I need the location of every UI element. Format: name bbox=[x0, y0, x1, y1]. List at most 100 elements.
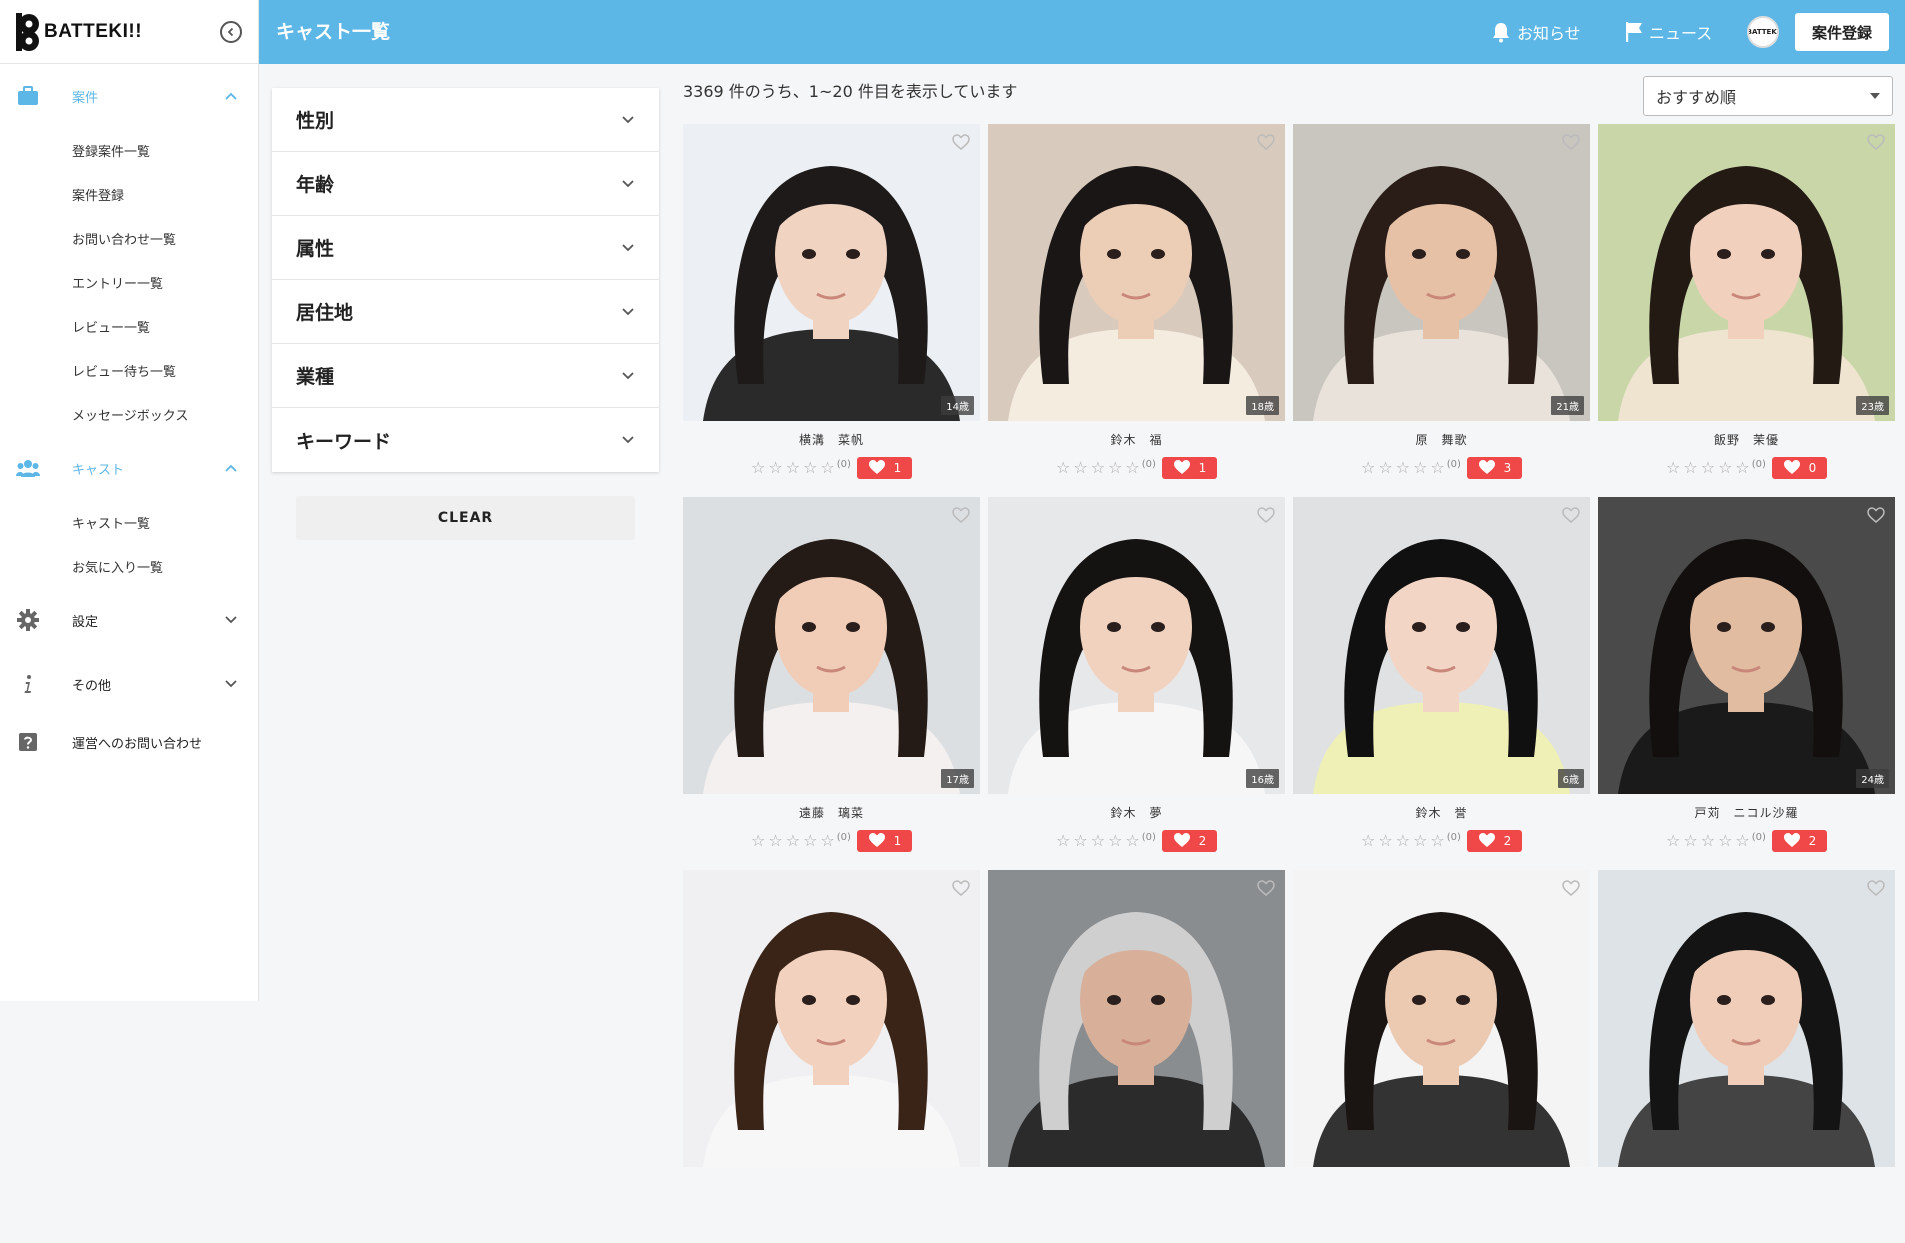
sidebar-group-0[interactable]: 案件 bbox=[0, 64, 258, 128]
sidebar-group-label: 運営へのお問い合わせ bbox=[72, 736, 203, 752]
cast-name[interactable]: 鈴木 夢 bbox=[988, 804, 1285, 820]
cast-photo[interactable]: 23歳 bbox=[1598, 124, 1895, 421]
sidebar-group-2[interactable]: 設定 bbox=[0, 588, 258, 652]
sidebar-item[interactable]: 案件登録 bbox=[0, 172, 258, 216]
logo-row: BATTEKI!! bbox=[0, 0, 258, 64]
news-button[interactable]: ニュース bbox=[1625, 0, 1712, 64]
sidebar-item[interactable]: レビュー待ち一覧 bbox=[0, 348, 258, 392]
cast-card[interactable] bbox=[1598, 870, 1895, 1243]
like-button[interactable]: 1 bbox=[856, 457, 912, 479]
cast-photo[interactable]: 16歳 bbox=[988, 497, 1285, 794]
star-outline-icon: ☆ bbox=[1666, 458, 1681, 477]
filter-label: 性別 bbox=[296, 110, 335, 132]
cast-name[interactable]: 戸苅 ニコル沙羅 bbox=[1598, 804, 1895, 820]
chevron-down-icon bbox=[621, 113, 635, 127]
review-count: (0) bbox=[1446, 459, 1461, 470]
like-button[interactable]: 2 bbox=[1161, 830, 1217, 852]
filter-row[interactable]: 年齢 bbox=[272, 152, 659, 216]
cast-card[interactable] bbox=[683, 870, 980, 1243]
heart-outline-icon[interactable] bbox=[952, 134, 970, 150]
filter-row[interactable]: 居住地 bbox=[272, 280, 659, 344]
cast-card[interactable]: 6歳 鈴木 誉 ☆ ☆ ☆ ☆ ☆ (0) 2 bbox=[1293, 497, 1590, 870]
heart-icon bbox=[1173, 832, 1191, 851]
heart-outline-icon[interactable] bbox=[952, 880, 970, 896]
cast-photo[interactable]: 6歳 bbox=[1293, 497, 1590, 794]
sidebar-item[interactable]: 登録案件一覧 bbox=[0, 128, 258, 172]
like-button[interactable]: 1 bbox=[856, 830, 912, 852]
cast-name[interactable]: 鈴木 誉 bbox=[1293, 804, 1590, 820]
cast-photo[interactable]: 24歳 bbox=[1598, 497, 1895, 794]
page-title: キャスト一覧 bbox=[276, 21, 391, 43]
heart-outline-icon[interactable] bbox=[1562, 507, 1580, 523]
star-outline-icon: ☆ bbox=[1666, 831, 1681, 850]
logo-icon bbox=[16, 12, 40, 51]
heart-outline-icon[interactable] bbox=[1562, 880, 1580, 896]
heart-outline-icon[interactable] bbox=[1257, 134, 1275, 150]
cast-photo[interactable]: 18歳 bbox=[988, 124, 1285, 421]
cast-card[interactable] bbox=[1293, 870, 1590, 1243]
chevron-down-icon bbox=[621, 369, 635, 383]
cast-card[interactable] bbox=[988, 870, 1285, 1243]
cast-card[interactable]: 16歳 鈴木 夢 ☆ ☆ ☆ ☆ ☆ (0) 2 bbox=[988, 497, 1285, 870]
chevron-down-icon bbox=[224, 613, 238, 627]
cast-photo[interactable] bbox=[683, 870, 980, 1167]
heart-outline-icon[interactable] bbox=[952, 507, 970, 523]
like-button[interactable]: 1 bbox=[1161, 457, 1217, 479]
cast-name[interactable]: 鈴木 福 bbox=[988, 431, 1285, 447]
age-badge: 6歳 bbox=[1557, 769, 1584, 788]
heart-outline-icon[interactable] bbox=[1867, 880, 1885, 896]
like-button[interactable]: 3 bbox=[1466, 457, 1522, 479]
cast-photo[interactable]: 17歳 bbox=[683, 497, 980, 794]
collapse-sidebar-button[interactable] bbox=[220, 20, 242, 43]
heart-outline-icon[interactable] bbox=[1867, 134, 1885, 150]
cast-card[interactable]: 14歳 横溝 菜帆 ☆ ☆ ☆ ☆ ☆ (0) 1 bbox=[683, 124, 980, 497]
cast-name[interactable]: 飯野 茉優 bbox=[1598, 431, 1895, 447]
filter-row[interactable]: 属性 bbox=[272, 216, 659, 280]
sidebar-item[interactable]: エントリー一覧 bbox=[0, 260, 258, 304]
avatar-text: BATTEKI bbox=[1747, 28, 1779, 36]
filter-row[interactable]: 性別 bbox=[272, 88, 659, 152]
heart-outline-icon[interactable] bbox=[1257, 507, 1275, 523]
star-outline-icon: ☆ bbox=[1413, 458, 1428, 477]
star-outline-icon: ☆ bbox=[768, 458, 783, 477]
cast-card[interactable]: 24歳 戸苅 ニコル沙羅 ☆ ☆ ☆ ☆ ☆ (0) 2 bbox=[1598, 497, 1895, 870]
cast-card[interactable]: 17歳 遠藤 璃菜 ☆ ☆ ☆ ☆ ☆ (0) 1 bbox=[683, 497, 980, 870]
sidebar-item[interactable]: お気に入り一覧 bbox=[0, 544, 258, 588]
cast-name[interactable]: 原 舞歌 bbox=[1293, 431, 1590, 447]
cast-name[interactable]: 遠藤 璃菜 bbox=[683, 804, 980, 820]
heart-outline-icon[interactable] bbox=[1867, 507, 1885, 523]
cast-card[interactable]: 21歳原 舞歌 ☆ ☆ ☆ ☆ ☆ (0) 3 bbox=[1293, 124, 1590, 497]
results-summary: 3369 件のうち、1~20 件目を表示しています bbox=[683, 82, 1018, 101]
like-button[interactable]: 2 bbox=[1466, 830, 1522, 852]
cast-photo[interactable]: 21歳 bbox=[1293, 124, 1590, 421]
avatar[interactable]: BATTEKI bbox=[1747, 16, 1779, 48]
cast-photo[interactable] bbox=[1293, 870, 1590, 1167]
sidebar-group-4[interactable]: 運営へのお問い合わせ bbox=[0, 716, 258, 768]
filter-panel: 性別年齢 属性居住地業種 キーワード bbox=[272, 88, 659, 472]
cast-name[interactable]: 横溝 菜帆 bbox=[683, 431, 980, 447]
cast-photo[interactable] bbox=[1598, 870, 1895, 1167]
notifications-button[interactable]: お知らせ bbox=[1491, 0, 1581, 64]
filter-label: 居住地 bbox=[296, 302, 354, 324]
like-button[interactable]: 2 bbox=[1771, 830, 1827, 852]
filter-row[interactable]: 業種 bbox=[272, 344, 659, 408]
cast-photo[interactable]: 14歳 bbox=[683, 124, 980, 421]
heart-outline-icon[interactable] bbox=[1562, 134, 1580, 150]
cast-photo[interactable] bbox=[988, 870, 1285, 1167]
star-outline-icon: ☆ bbox=[1090, 831, 1106, 850]
sidebar-item[interactable]: キャスト一覧 bbox=[0, 500, 258, 544]
sort-select[interactable]: おすすめ順 bbox=[1643, 76, 1893, 116]
cast-card[interactable]: 18歳 鈴木 福 ☆ ☆ ☆ ☆ ☆ (0) 1 bbox=[988, 124, 1285, 497]
sidebar-group-3[interactable]: その他 bbox=[0, 652, 258, 716]
sidebar-item[interactable]: メッセージボックス bbox=[0, 392, 258, 436]
heart-icon bbox=[868, 459, 886, 478]
clear-filters-button[interactable]: CLEAR bbox=[296, 496, 635, 540]
sidebar-item[interactable]: レビュー一覧 bbox=[0, 304, 258, 348]
filter-row[interactable]: キーワード bbox=[272, 408, 659, 472]
cast-card[interactable]: 23歳 飯野 茉優 ☆ ☆ ☆ ☆ ☆ (0) 0 bbox=[1598, 124, 1895, 497]
heart-outline-icon[interactable] bbox=[1257, 880, 1275, 896]
like-button[interactable]: 0 bbox=[1771, 457, 1827, 479]
register-project-button[interactable]: 案件登録 bbox=[1795, 13, 1889, 51]
sidebar-group-1[interactable]: キャスト bbox=[0, 436, 258, 500]
sidebar-item[interactable]: お問い合わせ一覧 bbox=[0, 216, 258, 260]
